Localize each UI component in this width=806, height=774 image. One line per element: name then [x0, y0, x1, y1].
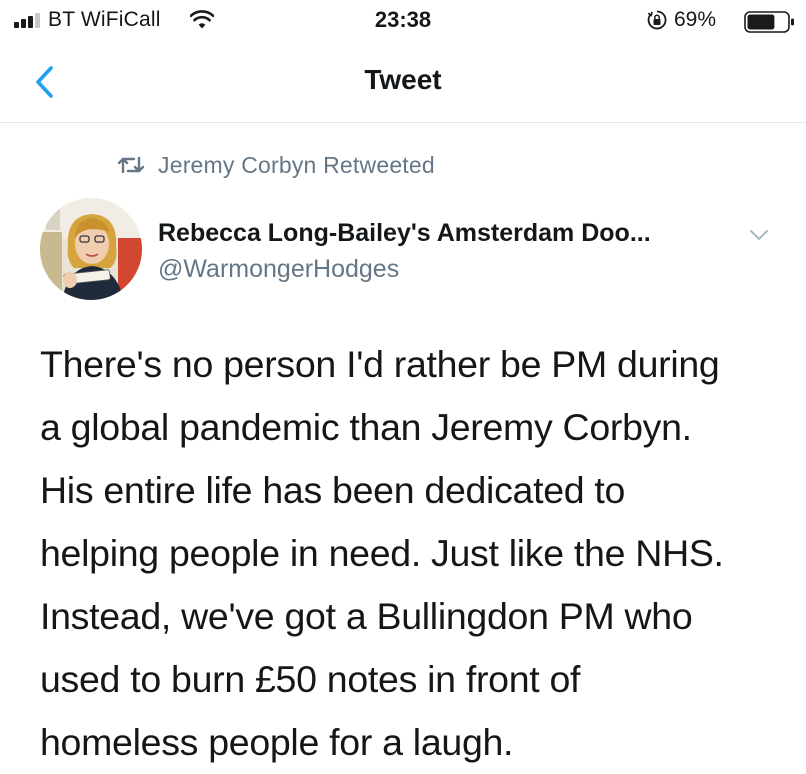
- tweet-text: There's no person I'd rather be PM durin…: [40, 333, 800, 774]
- nav-bar: Tweet: [0, 42, 806, 123]
- status-bar: BT WiFiCall 23:38 69%: [0, 0, 806, 42]
- avatar-photo: [40, 198, 142, 300]
- tweet-text-line: There's no person I'd rather be PM durin…: [40, 343, 720, 385]
- tweet-text-line: homeless people for a laugh.: [40, 721, 514, 763]
- retweet-label: Jeremy Corbyn Retweeted: [158, 151, 435, 178]
- battery-icon: [744, 11, 794, 33]
- tweet-text-line: a global pandemic than Jeremy Corbyn.: [40, 406, 692, 448]
- tweet-text-line: Instead, we've got a Bullingdon PM who: [40, 595, 693, 637]
- retweet-icon: [117, 156, 145, 174]
- retweet-banner[interactable]: Jeremy Corbyn Retweeted: [116, 148, 435, 182]
- battery-percent: 69%: [674, 8, 717, 31]
- chevron-down-icon[interactable]: [748, 224, 770, 246]
- orientation-lock-icon: [647, 10, 667, 30]
- tweet-text-line: His entire life has been dedicated to: [40, 469, 626, 511]
- page-title: Tweet: [364, 64, 442, 95]
- author-handle[interactable]: @WarmongerHodges: [158, 255, 399, 284]
- tweet-text-line: used to burn £50 notes in front of: [40, 658, 581, 700]
- avatar[interactable]: [40, 198, 142, 300]
- tweet-text-line: helping people in need. Just like the NH…: [40, 532, 724, 574]
- author-display-name[interactable]: Rebecca Long-Bailey's Amsterdam Doo...: [158, 219, 651, 248]
